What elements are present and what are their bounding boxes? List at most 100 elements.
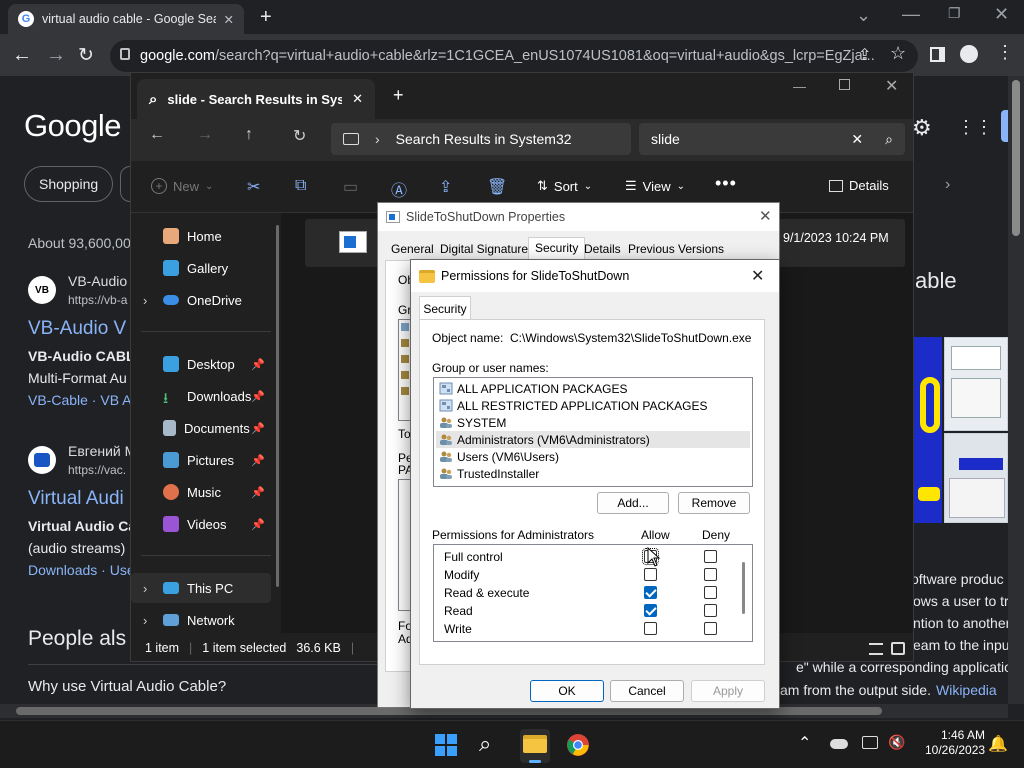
- result1-title-link[interactable]: VB-Audio V: [28, 318, 126, 340]
- details-pane-button[interactable]: Details: [829, 178, 889, 193]
- deny-write-checkbox[interactable]: [704, 622, 717, 635]
- permissions-scrollbar[interactable]: [742, 562, 745, 614]
- nav-this-pc[interactable]: › This PC: [131, 573, 271, 603]
- back-icon[interactable]: ←: [149, 126, 165, 144]
- explorer-tab[interactable]: ⌕ slide - Search Results in Syster ✕: [137, 79, 375, 119]
- tab-security[interactable]: Security: [419, 296, 471, 320]
- tab-previous-versions[interactable]: Previous Versions: [622, 239, 730, 261]
- allow-read-execute-checkbox[interactable]: [644, 586, 657, 599]
- user-row-trustedinstaller[interactable]: TrustedInstaller: [436, 465, 750, 482]
- chrome-tab[interactable]: G virtual audio cable - Google Sea ✕: [8, 4, 244, 34]
- copy-icon[interactable]: ⧉: [295, 177, 306, 195]
- tab-details[interactable]: Details: [578, 239, 627, 261]
- close-tab-icon[interactable]: ✕: [224, 12, 234, 27]
- allow-modify-checkbox[interactable]: [644, 568, 657, 581]
- maximize-icon[interactable]: [839, 79, 850, 90]
- onedrive-tray-icon[interactable]: [830, 739, 848, 749]
- close-icon[interactable]: ✕: [885, 76, 898, 96]
- close-icon[interactable]: ✕: [994, 4, 1009, 25]
- tab-security[interactable]: Security: [528, 237, 586, 261]
- close-tab-icon[interactable]: ✕: [352, 91, 363, 107]
- wikipedia-link[interactable]: Wikipedia: [936, 682, 997, 698]
- close-icon[interactable]: ✕: [751, 266, 764, 286]
- chrome-menu-icon[interactable]: ⋮: [996, 42, 1014, 63]
- user-row-all-restricted-packages[interactable]: ALL RESTRICTED APPLICATION PACKAGES: [436, 397, 750, 414]
- shopping-filter-chip[interactable]: Shopping: [24, 166, 114, 202]
- nav-videos[interactable]: Videos 📌: [131, 509, 271, 539]
- chevron-down-icon[interactable]: ⌄: [856, 5, 871, 26]
- search-icon[interactable]: ⌕: [479, 733, 505, 759]
- knowledge-panel-image-2[interactable]: [944, 337, 1008, 431]
- deny-full-control-checkbox[interactable]: [704, 550, 717, 563]
- nav-network[interactable]: › Network: [131, 605, 271, 635]
- add-button[interactable]: Add...: [597, 492, 669, 514]
- nav-onedrive[interactable]: › OneDrive: [131, 285, 271, 315]
- tray-clock[interactable]: 1:46 AM 10/26/2023: [925, 728, 985, 758]
- google-logo[interactable]: Google: [24, 108, 121, 144]
- nav-home[interactable]: Home: [131, 221, 271, 251]
- deny-modify-checkbox[interactable]: [704, 568, 717, 581]
- forward-icon[interactable]: →: [197, 126, 213, 144]
- chrome-taskbar-icon[interactable]: [566, 733, 592, 759]
- result1-url[interactable]: https://vb-a: [68, 293, 127, 307]
- nav-gallery[interactable]: Gallery: [131, 253, 271, 283]
- start-windows-icon[interactable]: [434, 733, 460, 759]
- address-bar[interactable]: google.com/search?q=virtual+audio+cable&…: [110, 40, 918, 72]
- details-view-icon[interactable]: [869, 643, 883, 655]
- more-options-icon[interactable]: •••: [715, 173, 737, 194]
- result2-title-link[interactable]: Virtual Audi: [28, 488, 124, 510]
- refresh-icon[interactable]: ↻: [293, 126, 306, 146]
- group-user-list[interactable]: ALL APPLICATION PACKAGES ALL RESTRICTED …: [433, 377, 753, 487]
- forward-icon[interactable]: →: [46, 44, 66, 67]
- large-icons-view-icon[interactable]: [891, 642, 905, 655]
- deny-read-checkbox[interactable]: [704, 604, 717, 617]
- ok-button[interactable]: OK: [530, 680, 604, 702]
- expand-chevron-icon[interactable]: ›: [143, 613, 147, 628]
- result1-sublinks[interactable]: VB-Cable · VB Au: [28, 392, 139, 408]
- bookmark-star-icon[interactable]: ☆: [890, 43, 906, 64]
- expand-chevron-icon[interactable]: ›: [143, 581, 147, 596]
- tab-digital-signatures[interactable]: Digital Signatures: [434, 239, 540, 261]
- nav-pictures[interactable]: Pictures 📌: [131, 445, 271, 475]
- nav-scrollbar[interactable]: [276, 225, 279, 587]
- user-row-system[interactable]: SYSTEM: [436, 414, 750, 431]
- result2-url[interactable]: https://vac.: [68, 463, 126, 477]
- allow-write-checkbox[interactable]: [644, 622, 657, 635]
- vertical-scrollbar[interactable]: [1008, 76, 1024, 704]
- sort-button[interactable]: ⇅ Sort ⌄: [537, 178, 592, 194]
- nav-downloads[interactable]: ⭳ Downloads 📌: [131, 381, 271, 411]
- chips-next-icon[interactable]: ›: [945, 176, 950, 194]
- share-icon[interactable]: ⇪: [439, 177, 452, 197]
- restore-icon[interactable]: ❐: [948, 5, 961, 22]
- nav-desktop[interactable]: Desktop 📌: [131, 349, 271, 379]
- new-tab-icon[interactable]: +: [260, 6, 272, 29]
- minimize-icon[interactable]: —: [793, 79, 806, 94]
- display-tray-icon[interactable]: [862, 736, 878, 749]
- deny-read-execute-checkbox[interactable]: [704, 586, 717, 599]
- remove-button[interactable]: Remove: [678, 492, 750, 514]
- nav-music[interactable]: Music 📌: [131, 477, 271, 507]
- faq-question[interactable]: Why use Virtual Audio Cable?: [28, 678, 226, 695]
- clear-search-icon[interactable]: ✕: [851, 131, 863, 148]
- result1-site[interactable]: VB-Audio: [68, 273, 127, 289]
- share-icon[interactable]: ⇪: [858, 45, 871, 65]
- user-row-all-app-packages[interactable]: ALL APPLICATION PACKAGES: [436, 380, 750, 397]
- rename-icon[interactable]: Ⓐ: [391, 177, 407, 201]
- search-icon[interactable]: ⌕: [885, 131, 893, 148]
- apply-button[interactable]: Apply: [691, 680, 765, 702]
- minimize-icon[interactable]: —: [902, 4, 920, 25]
- result2-site[interactable]: Евгений M: [68, 443, 136, 459]
- user-row-administrators[interactable]: Administrators (VM6\Administrators): [436, 431, 750, 448]
- back-icon[interactable]: ←: [12, 44, 32, 67]
- view-button[interactable]: ☰ View ⌄: [625, 178, 685, 194]
- notification-bell-icon[interactable]: 🔔: [988, 734, 1008, 754]
- paste-icon[interactable]: ▭: [343, 177, 358, 197]
- expand-chevron-icon[interactable]: ›: [143, 293, 147, 308]
- nav-documents[interactable]: Documents 📌: [131, 413, 271, 443]
- side-panel-icon[interactable]: [930, 47, 945, 62]
- cancel-button[interactable]: Cancel: [610, 680, 684, 702]
- new-tab-icon[interactable]: +: [393, 85, 404, 106]
- reload-icon[interactable]: ↻: [78, 44, 94, 67]
- profile-icon[interactable]: [960, 45, 978, 63]
- explorer-address-bar[interactable]: › Search Results in System32: [331, 123, 631, 155]
